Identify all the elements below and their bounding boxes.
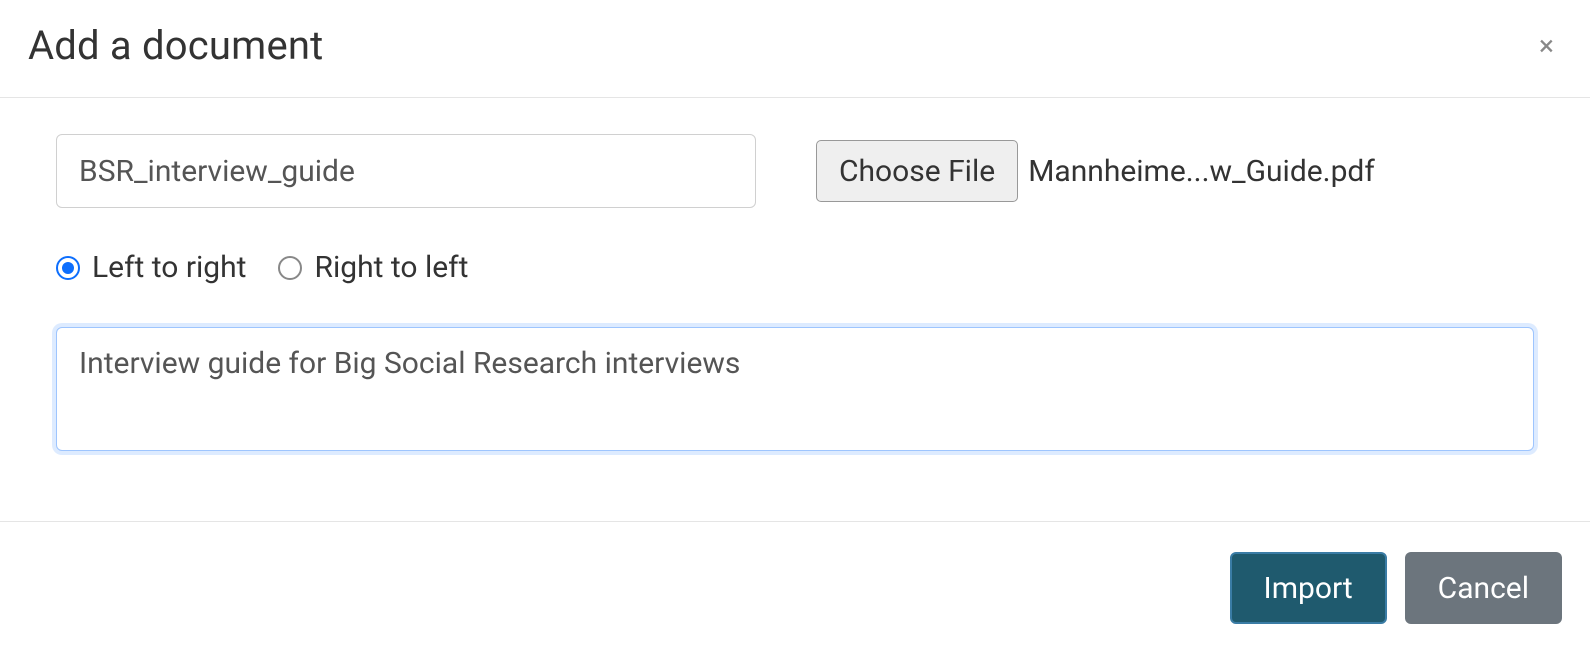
radio-ltr[interactable]: Left to right [56,250,246,285]
modal-body: Choose File Mannheime...w_Guide.pdf Left… [0,98,1590,521]
document-name-input[interactable] [56,134,756,208]
radio-dot-icon [62,262,74,274]
file-chooser-group: Choose File Mannheime...w_Guide.pdf [816,140,1375,202]
radio-rtl-label: Right to left [314,250,468,285]
description-textarea[interactable] [56,327,1534,451]
add-document-modal: Add a document × Choose File Mannheime..… [0,0,1590,654]
radio-circle-icon [278,256,302,280]
modal-header: Add a document × [0,0,1590,98]
choose-file-button[interactable]: Choose File [816,140,1018,202]
close-icon[interactable]: × [1531,28,1562,64]
radio-rtl[interactable]: Right to left [278,250,468,285]
radio-ltr-label: Left to right [92,250,246,285]
import-button[interactable]: Import [1230,552,1387,624]
modal-footer: Import Cancel [0,521,1590,654]
text-direction-radio-group: Left to right Right to left [56,250,1534,285]
row-name-file: Choose File Mannheime...w_Guide.pdf [56,134,1534,208]
cancel-button[interactable]: Cancel [1405,552,1562,624]
chosen-file-name: Mannheime...w_Guide.pdf [1028,154,1375,189]
modal-title: Add a document [28,22,323,69]
radio-circle-icon [56,256,80,280]
